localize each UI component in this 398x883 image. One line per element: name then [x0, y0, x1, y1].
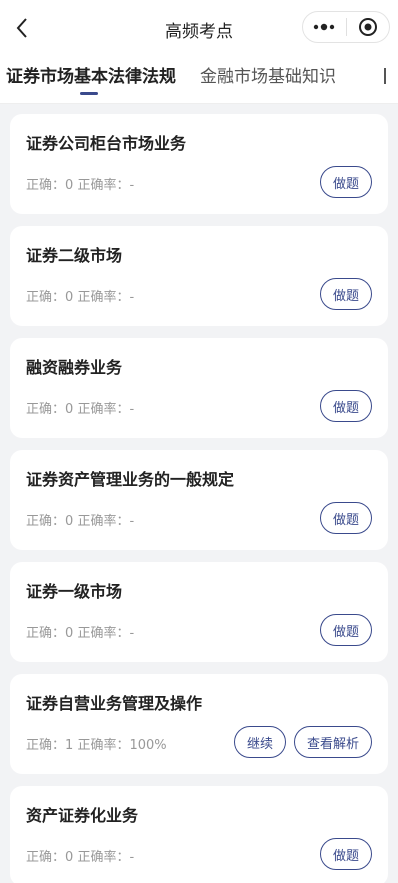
target-close-icon [358, 18, 377, 36]
more-tabs-hint [384, 68, 386, 84]
topic-title: 证券资产管理业务的一般规定 [26, 470, 235, 489]
topic-stats: 正确：0 正确率：- [26, 626, 135, 641]
list-item: 证券公司柜台市场业务 正确：0 正确率：- 做题 [10, 114, 388, 214]
practice-button[interactable]: 做题 [319, 166, 372, 198]
practice-button[interactable]: 做题 [319, 278, 372, 310]
topic-stats: 正确：0 正确率：- [26, 850, 135, 865]
list-item: 证券二级市场 正确：0 正确率：- 做题 [10, 226, 388, 326]
practice-button[interactable]: 做题 [319, 614, 372, 646]
more-button[interactable] [303, 12, 346, 42]
practice-button[interactable]: 做题 [319, 502, 372, 534]
more-dots-icon [314, 23, 335, 31]
topic-title: 证券自营业务管理及操作 [26, 694, 203, 713]
topic-title: 证券公司柜台市场业务 [26, 134, 187, 153]
category-tabs: 证券市场基本法律法规 金融市场基础知识 [0, 56, 398, 104]
tab-securities-law[interactable]: 证券市场基本法律法规 [6, 62, 176, 87]
topic-stats: 正确：0 正确率：- [26, 290, 135, 305]
tab-financial-basics[interactable]: 金融市场基础知识 [200, 62, 336, 87]
topic-stats: 正确：0 正确率：- [26, 402, 135, 417]
continue-button[interactable]: 继续 [233, 726, 286, 758]
close-button[interactable] [347, 12, 390, 42]
view-analysis-button[interactable]: 查看解析 [293, 726, 372, 758]
list-item: 融资融券业务 正确：0 正确率：- 做题 [10, 338, 388, 438]
practice-button[interactable]: 做题 [319, 390, 372, 422]
topic-stats: 正确：0 正确率：- [26, 178, 135, 193]
practice-button[interactable]: 做题 [319, 838, 372, 870]
mini-program-capsule [302, 11, 390, 43]
active-tab-indicator [80, 92, 98, 95]
topic-stats: 正确：0 正确率：- [26, 514, 135, 529]
list-item: 资产证券化业务 正确：0 正确率：- 做题 [10, 786, 388, 883]
list-item: 证券一级市场 正确：0 正确率：- 做题 [10, 562, 388, 662]
topic-title: 资产证券化业务 [26, 806, 139, 825]
topic-list: 证券公司柜台市场业务 正确：0 正确率：- 做题 证券二级市场 正确：0 正确率… [0, 104, 398, 883]
list-item: 证券自营业务管理及操作 正确：1 正确率：100% 继续 查看解析 [10, 674, 388, 774]
topic-title: 融资融券业务 [26, 358, 123, 377]
list-item: 证券资产管理业务的一般规定 正确：0 正确率：- 做题 [10, 450, 388, 550]
topic-title: 证券二级市场 [26, 246, 123, 265]
topic-title: 证券一级市场 [26, 582, 123, 601]
nav-bar: 高频考点 [0, 0, 398, 56]
topic-stats: 正确：1 正确率：100% [26, 738, 167, 753]
